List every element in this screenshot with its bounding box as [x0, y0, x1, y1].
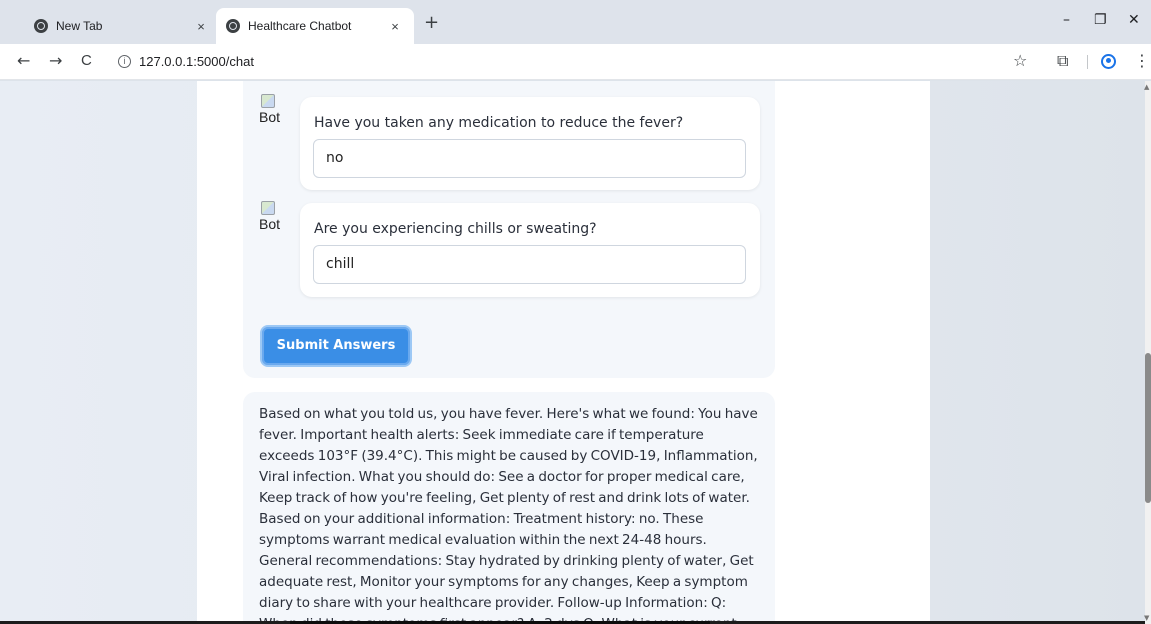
- scrollbar-thumb[interactable]: [1145, 353, 1151, 503]
- answer-input[interactable]: chill: [313, 245, 746, 284]
- close-tab-icon[interactable]: ×: [386, 19, 404, 34]
- scroll-up-icon[interactable]: ▲: [1144, 83, 1149, 91]
- diagnosis-result-text: Based on what you told us, you have feve…: [259, 406, 758, 624]
- page-viewport: Bot Have you taken any medication to red…: [0, 81, 1145, 624]
- diagnosis-result-card: Based on what you told us, you have feve…: [243, 392, 775, 624]
- back-icon[interactable]: ←: [17, 52, 30, 70]
- reload-icon[interactable]: C: [81, 52, 92, 70]
- forward-icon[interactable]: →: [49, 52, 62, 70]
- tab-new-tab[interactable]: New Tab ×: [24, 8, 220, 44]
- close-tab-icon[interactable]: ×: [192, 19, 210, 34]
- chrome-favicon-icon: [34, 19, 48, 33]
- submit-answers-button[interactable]: Submit Answers: [260, 325, 412, 367]
- chat-container: Bot Have you taken any medication to red…: [197, 81, 930, 624]
- question-text: Are you experiencing chills or sweating?: [314, 221, 597, 237]
- more-icon[interactable]: ⋮: [1134, 52, 1150, 70]
- reading-mode-icon[interactable]: ⧉: [1057, 52, 1068, 70]
- broken-image-icon: [261, 201, 275, 215]
- url-text[interactable]: 127.0.0.1:5000/chat: [139, 54, 254, 69]
- broken-image-icon: [261, 94, 275, 108]
- restore-icon[interactable]: ❐: [1094, 12, 1107, 28]
- bot-avatar: Bot: [259, 201, 287, 232]
- new-tab-button[interactable]: +: [424, 14, 439, 32]
- question-card: Are you experiencing chills or sweating?…: [300, 203, 760, 297]
- bot-avatar-alt: Bot: [259, 109, 281, 125]
- tab-healthcare-chatbot[interactable]: Healthcare Chatbot ×: [216, 8, 414, 44]
- tab-title: New Tab: [56, 19, 103, 33]
- answer-input[interactable]: no: [313, 139, 746, 178]
- info-icon[interactable]: i: [118, 55, 131, 68]
- profile-icon[interactable]: [1101, 54, 1116, 69]
- question-text: Have you taken any medication to reduce …: [314, 115, 684, 131]
- tab-strip: New Tab × Healthcare Chatbot × + – ❐ ✕: [0, 0, 1151, 44]
- star-icon[interactable]: ☆: [1013, 52, 1027, 70]
- question-card: Have you taken any medication to reduce …: [300, 97, 760, 190]
- bot-avatar-alt: Bot: [259, 216, 281, 232]
- tab-title: Healthcare Chatbot: [248, 19, 352, 33]
- toolbar-divider: [1087, 55, 1088, 69]
- browser-toolbar: ← → C i 127.0.0.1:5000/chat ☆ ⧉ ⋮: [0, 44, 1151, 80]
- page-scrollbar[interactable]: ▲ ▼: [1144, 81, 1151, 624]
- window-close-icon[interactable]: ✕: [1128, 12, 1140, 28]
- minimize-icon[interactable]: –: [1063, 12, 1070, 28]
- address-bar[interactable]: i 127.0.0.1:5000/chat: [118, 54, 254, 69]
- globe-favicon-icon: [226, 19, 240, 33]
- bot-avatar: Bot: [259, 94, 287, 125]
